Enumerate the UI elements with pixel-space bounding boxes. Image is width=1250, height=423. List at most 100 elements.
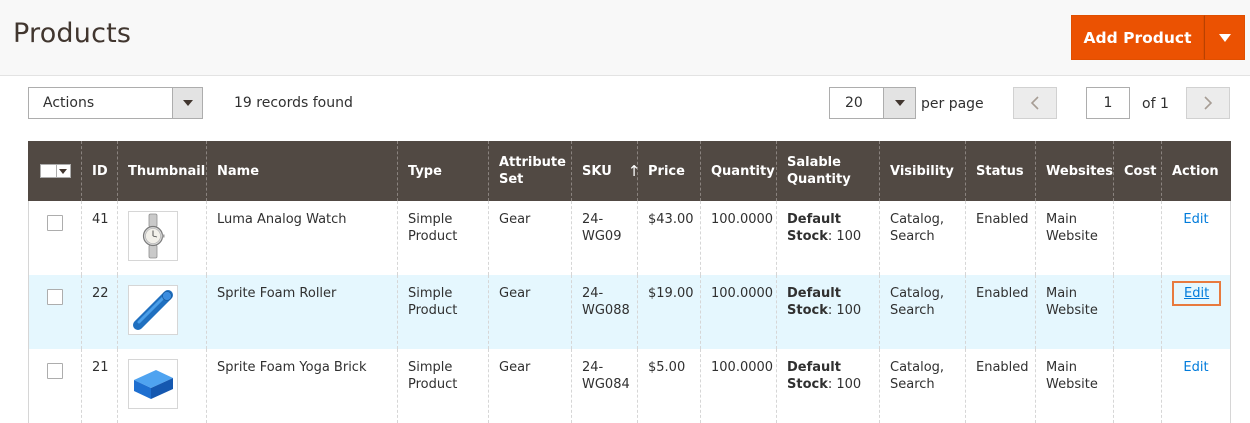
add-product-dropdown-toggle[interactable] — [1204, 15, 1245, 60]
cell-id: 22 — [81, 275, 118, 349]
cell-websites: Main Website — [1035, 201, 1114, 275]
cell-price: $5.00 — [637, 349, 701, 423]
cell-attribute-set: Gear — [488, 201, 572, 275]
per-page-value: 20 — [845, 95, 863, 111]
column-header-id[interactable]: ID — [81, 141, 118, 201]
total-pages: of 1 — [1142, 96, 1169, 112]
cell-type: Simple Product — [397, 201, 489, 275]
column-header-sku[interactable]: SKU ↑ — [571, 141, 641, 201]
cell-salable-quantity: Default Stock: 100 — [776, 201, 880, 275]
column-header-cost[interactable]: Cost — [1113, 141, 1162, 201]
select-all-box[interactable] — [39, 164, 57, 178]
previous-page-button[interactable] — [1013, 87, 1057, 119]
caret-down-icon — [894, 100, 905, 106]
cell-status: Enabled — [965, 201, 1036, 275]
product-thumbnail[interactable] — [128, 359, 178, 409]
row-checkbox[interactable] — [47, 289, 63, 305]
cell-action: Edit — [1161, 201, 1231, 275]
stock-quantity: : 100 — [827, 303, 862, 318]
cell-quantity: 100.0000 — [700, 201, 777, 275]
edit-link[interactable]: Edit — [1172, 281, 1222, 306]
chevron-right-icon — [1204, 96, 1213, 110]
column-header-action: Action — [1161, 141, 1231, 201]
cell-id: 41 — [81, 201, 118, 275]
cell-websites: Main Website — [1035, 349, 1114, 423]
current-page-input[interactable] — [1086, 87, 1130, 119]
cell-price: $19.00 — [637, 275, 701, 349]
column-header-salable-quantity: Salable Quantity — [776, 141, 880, 201]
table-row[interactable]: 22 Sprite Foam Roller Simple Product Gea… — [28, 275, 1231, 349]
table-row[interactable]: 21 Sprite Foam Yoga Brick Simple Product… — [28, 349, 1231, 423]
stock-quantity: : 100 — [827, 377, 862, 392]
column-header-name[interactable]: Name — [206, 141, 398, 201]
cell-attribute-set: Gear — [488, 275, 572, 349]
cell-type: Simple Product — [397, 349, 489, 423]
next-page-button[interactable] — [1186, 87, 1230, 119]
column-header-visibility[interactable]: Visibility — [879, 141, 966, 201]
cell-salable-quantity: Default Stock: 100 — [776, 275, 880, 349]
cell-cost — [1113, 275, 1162, 349]
cell-status: Enabled — [965, 275, 1036, 349]
sort-ascending-icon: ↑ — [627, 161, 641, 180]
cell-cost — [1113, 201, 1162, 275]
cell-thumbnail — [117, 349, 207, 423]
stock-quantity: : 100 — [827, 229, 862, 244]
chevron-left-icon — [1030, 96, 1039, 110]
records-found: 19 records found — [234, 95, 353, 111]
add-product-button-group: Add Product — [1071, 15, 1245, 60]
cell-name: Sprite Foam Yoga Brick — [206, 349, 398, 423]
mass-actions-toggle[interactable] — [172, 88, 202, 118]
per-page-label: per page — [921, 96, 984, 112]
cell-salable-quantity: Default Stock: 100 — [776, 349, 880, 423]
mass-actions-select[interactable]: Actions — [28, 87, 203, 119]
column-header-websites[interactable]: Websites — [1035, 141, 1114, 201]
cell-name: Luma Analog Watch — [206, 201, 398, 275]
column-header-sku-label: SKU — [582, 163, 612, 179]
product-thumbnail[interactable] — [128, 211, 178, 261]
caret-down-icon — [1218, 33, 1231, 42]
mass-select-header — [28, 141, 82, 201]
cell-sku: 24-WG088 — [571, 275, 638, 349]
row-select-cell — [28, 349, 82, 423]
cell-action: Edit — [1161, 275, 1231, 349]
edit-link[interactable]: Edit — [1183, 360, 1208, 375]
cell-attribute-set: Gear — [488, 349, 572, 423]
column-header-thumbnail: Thumbnail — [117, 141, 207, 201]
cell-quantity: 100.0000 — [700, 275, 777, 349]
caret-down-icon — [59, 168, 67, 174]
page-header: Products Add Product — [0, 0, 1250, 76]
per-page-select[interactable]: 20 — [829, 87, 916, 119]
cell-thumbnail — [117, 275, 207, 349]
yoga-brick-icon — [134, 370, 173, 399]
add-product-button[interactable]: Add Product — [1071, 15, 1204, 60]
cell-thumbnail — [117, 201, 207, 275]
mass-select-toggle[interactable] — [56, 164, 71, 178]
column-header-attribute-set[interactable]: Attribute Set — [488, 141, 572, 201]
cell-visibility: Catalog, Search — [879, 275, 966, 349]
column-header-status[interactable]: Status — [965, 141, 1036, 201]
cell-visibility: Catalog, Search — [879, 349, 966, 423]
column-header-quantity[interactable]: Quantity — [700, 141, 777, 201]
mass-select-checkbox[interactable] — [39, 164, 71, 178]
product-thumbnail[interactable] — [128, 285, 178, 335]
products-grid: ID Thumbnail Name Type Attribute Set SKU… — [28, 141, 1231, 423]
edit-link[interactable]: Edit — [1183, 212, 1208, 227]
cell-price: $43.00 — [637, 201, 701, 275]
cell-websites: Main Website — [1035, 275, 1114, 349]
mass-actions-label: Actions — [43, 95, 95, 111]
column-header-price[interactable]: Price — [637, 141, 701, 201]
column-header-type[interactable]: Type — [397, 141, 489, 201]
foam-roller-icon — [133, 290, 173, 330]
page-title: Products — [13, 18, 132, 49]
row-select-cell — [28, 201, 82, 275]
per-page-toggle[interactable] — [883, 88, 915, 118]
caret-down-icon — [182, 100, 193, 106]
cell-sku: 24-WG09 — [571, 201, 638, 275]
cell-status: Enabled — [965, 349, 1036, 423]
cell-action: Edit — [1161, 349, 1231, 423]
watch-icon — [142, 213, 165, 259]
table-row[interactable]: 41 Luma Analog Watch Simple Product Gear… — [28, 201, 1231, 275]
cell-visibility: Catalog, Search — [879, 201, 966, 275]
row-checkbox[interactable] — [47, 363, 63, 379]
row-checkbox[interactable] — [47, 215, 63, 231]
